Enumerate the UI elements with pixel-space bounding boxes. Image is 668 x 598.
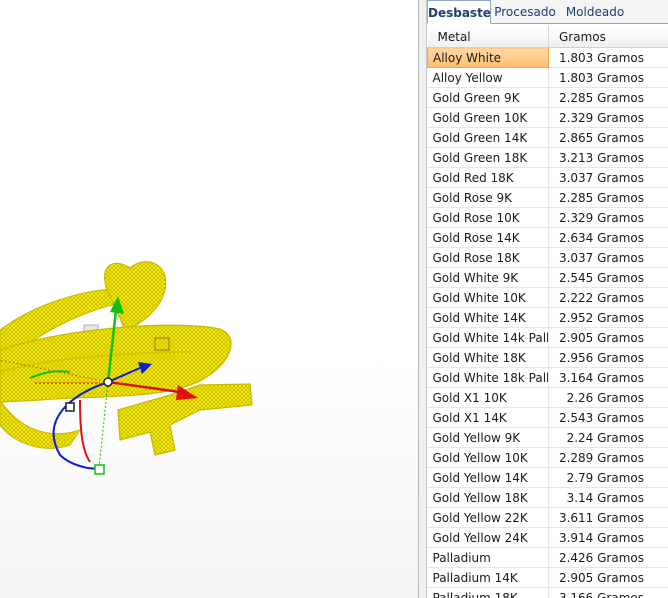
grams-cell: 2.285 Gramos: [548, 187, 668, 208]
grams-cell: 2.543 Gramos: [548, 407, 668, 428]
metal-cell: Gold Yellow 10K: [427, 447, 549, 468]
metal-cell: Palladium 14K: [427, 567, 549, 588]
table-row[interactable]: Gold Green 14K 2.865 Gramos: [427, 127, 668, 148]
metal-cell: Gold Yellow 24K: [427, 527, 549, 548]
metal-cell: Gold Green 10K: [427, 107, 549, 128]
column-header-grams[interactable]: Gramos: [548, 26, 668, 48]
grams-cell: 3.213 Gramos: [548, 147, 668, 168]
table-row[interactable]: Gold White 10K 2.222 Gramos: [427, 287, 668, 308]
grams-cell: 3.166 Gramos: [548, 587, 668, 598]
metal-cell: Palladium: [427, 547, 549, 568]
table-header-row: Metal Gramos: [427, 26, 668, 48]
table-row[interactable]: Gold Yellow 14K 2.79 Gramos: [427, 467, 668, 488]
tab-bar: Desbaste Procesado Moldeado: [427, 0, 668, 24]
metal-cell: Gold Yellow 14K: [427, 467, 549, 488]
grams-cell: 2.905 Gramos: [548, 567, 668, 588]
table-row[interactable]: Gold X1 14K 2.543 Gramos: [427, 407, 668, 428]
grams-cell: 2.634 Gramos: [548, 227, 668, 248]
metal-cell: Gold Rose 10K: [427, 207, 549, 228]
table-row[interactable]: Gold White 18k Pall 3.164 Gramos: [427, 367, 668, 388]
metal-cell: Alloy White: [427, 47, 549, 68]
table-row[interactable]: Alloy White 1.803 Gramos: [427, 47, 668, 68]
table-row[interactable]: Palladium 18K 3.166 Gramos: [427, 587, 668, 598]
table-row[interactable]: Gold White 18K 2.956 Gramos: [427, 347, 668, 368]
metal-cell: Gold Yellow 18K: [427, 487, 549, 508]
metal-cell: Alloy Yellow: [427, 67, 549, 88]
metal-cell: Gold White 18K: [427, 347, 549, 368]
metal-cell: Gold White 14K: [427, 307, 549, 328]
metal-cell: Gold Rose 14K: [427, 227, 549, 248]
metal-cell: Gold White 9K: [427, 267, 549, 288]
table-row[interactable]: Gold Rose 18K 3.037 Gramos: [427, 247, 668, 268]
grams-cell: 3.14 Gramos: [548, 487, 668, 508]
grams-cell: 2.905 Gramos: [548, 327, 668, 348]
table-row[interactable]: Palladium 2.426 Gramos: [427, 547, 668, 568]
table-row[interactable]: Gold Yellow 10K 2.289 Gramos: [427, 447, 668, 468]
metal-cell: Gold White 10K: [427, 287, 549, 308]
table-row[interactable]: Gold Green 9K 2.285 Gramos: [427, 87, 668, 108]
metal-cell: Gold Green 9K: [427, 87, 549, 108]
grams-cell: 3.164 Gramos: [548, 367, 668, 388]
tab-procesado[interactable]: Procesado: [493, 2, 557, 22]
grams-cell: 2.329 Gramos: [548, 207, 668, 228]
grams-cell: 2.426 Gramos: [548, 547, 668, 568]
table-row[interactable]: Gold X1 10K 2.26 Gramos: [427, 387, 668, 408]
metal-cell: Gold X1 10K: [427, 387, 549, 408]
grams-cell: 3.611 Gramos: [548, 507, 668, 528]
table-row[interactable]: Gold Rose 10K 2.329 Gramos: [427, 207, 668, 228]
grams-cell: 2.26 Gramos: [548, 387, 668, 408]
table-row[interactable]: Gold Green 10K 2.329 Gramos: [427, 107, 668, 128]
grams-cell: 3.914 Gramos: [548, 527, 668, 548]
metal-cell: Gold Yellow 22K: [427, 507, 549, 528]
tab-desbaste[interactable]: Desbaste: [427, 0, 491, 24]
metal-cell: Gold Green 14K: [427, 127, 549, 148]
table-row[interactable]: Palladium 14K 2.905 Gramos: [427, 567, 668, 588]
table-row[interactable]: Gold Yellow 24K 3.914 Gramos: [427, 527, 668, 548]
table-row[interactable]: Gold Yellow 18K 3.14 Gramos: [427, 487, 668, 508]
grams-cell: 2.865 Gramos: [548, 127, 668, 148]
grams-cell: 2.79 Gramos: [548, 467, 668, 488]
metal-cell: Gold Rose 18K: [427, 247, 549, 268]
table-row[interactable]: Gold Rose 9K 2.285 Gramos: [427, 187, 668, 208]
table-row[interactable]: Gold White 14k Pall 2.905 Gramos: [427, 327, 668, 348]
panel-splitter[interactable]: [418, 0, 427, 598]
table-row[interactable]: Gold Green 18K 3.213 Gramos: [427, 147, 668, 168]
grams-cell: 3.037 Gramos: [548, 167, 668, 188]
grams-cell: 2.289 Gramos: [548, 447, 668, 468]
grams-cell: 3.037 Gramos: [548, 247, 668, 268]
table-row[interactable]: Gold White 14K 2.952 Gramos: [427, 307, 668, 328]
grams-cell: 2.952 Gramos: [548, 307, 668, 328]
ring-wireframe-model[interactable]: [0, 0, 418, 598]
grams-cell: 1.803 Gramos: [548, 47, 668, 68]
table-row[interactable]: Alloy Yellow 1.803 Gramos: [427, 67, 668, 88]
metal-cell: Gold Green 18K: [427, 147, 549, 168]
grams-cell: 2.24 Gramos: [548, 427, 668, 448]
metal-cell: Gold Yellow 9K: [427, 427, 549, 448]
grams-cell: 2.222 Gramos: [548, 287, 668, 308]
column-header-metal[interactable]: Metal: [427, 26, 549, 48]
grams-cell: 1.803 Gramos: [548, 67, 668, 88]
tab-moldeado[interactable]: Moldeado: [563, 2, 627, 22]
metal-weight-table: Metal Gramos Alloy White 1.803 Gramos Allo…: [427, 26, 668, 598]
table-row[interactable]: Gold Yellow 22K 3.611 Gramos: [427, 507, 668, 528]
metal-cell: Gold White 18k Pall: [427, 367, 549, 388]
metal-cell: Gold X1 14K: [427, 407, 549, 428]
grams-cell: 2.545 Gramos: [548, 267, 668, 288]
grams-cell: 2.285 Gramos: [548, 87, 668, 108]
table-row[interactable]: Gold Rose 14K 2.634 Gramos: [427, 227, 668, 248]
metal-cell: Gold Rose 9K: [427, 187, 549, 208]
table-row[interactable]: Gold White 9K 2.545 Gramos: [427, 267, 668, 288]
3d-viewport[interactable]: [0, 0, 418, 598]
table-row[interactable]: Gold Red 18K 3.037 Gramos: [427, 167, 668, 188]
metal-cell: Palladium 18K: [427, 587, 549, 598]
metal-cell: Gold White 14k Pall: [427, 327, 549, 348]
grams-cell: 2.956 Gramos: [548, 347, 668, 368]
weight-panel: Desbaste Procesado Moldeado Metal Gramos…: [427, 0, 668, 598]
metal-cell: Gold Red 18K: [427, 167, 549, 188]
grams-cell: 2.329 Gramos: [548, 107, 668, 128]
table-row[interactable]: Gold Yellow 9K 2.24 Gramos: [427, 427, 668, 448]
